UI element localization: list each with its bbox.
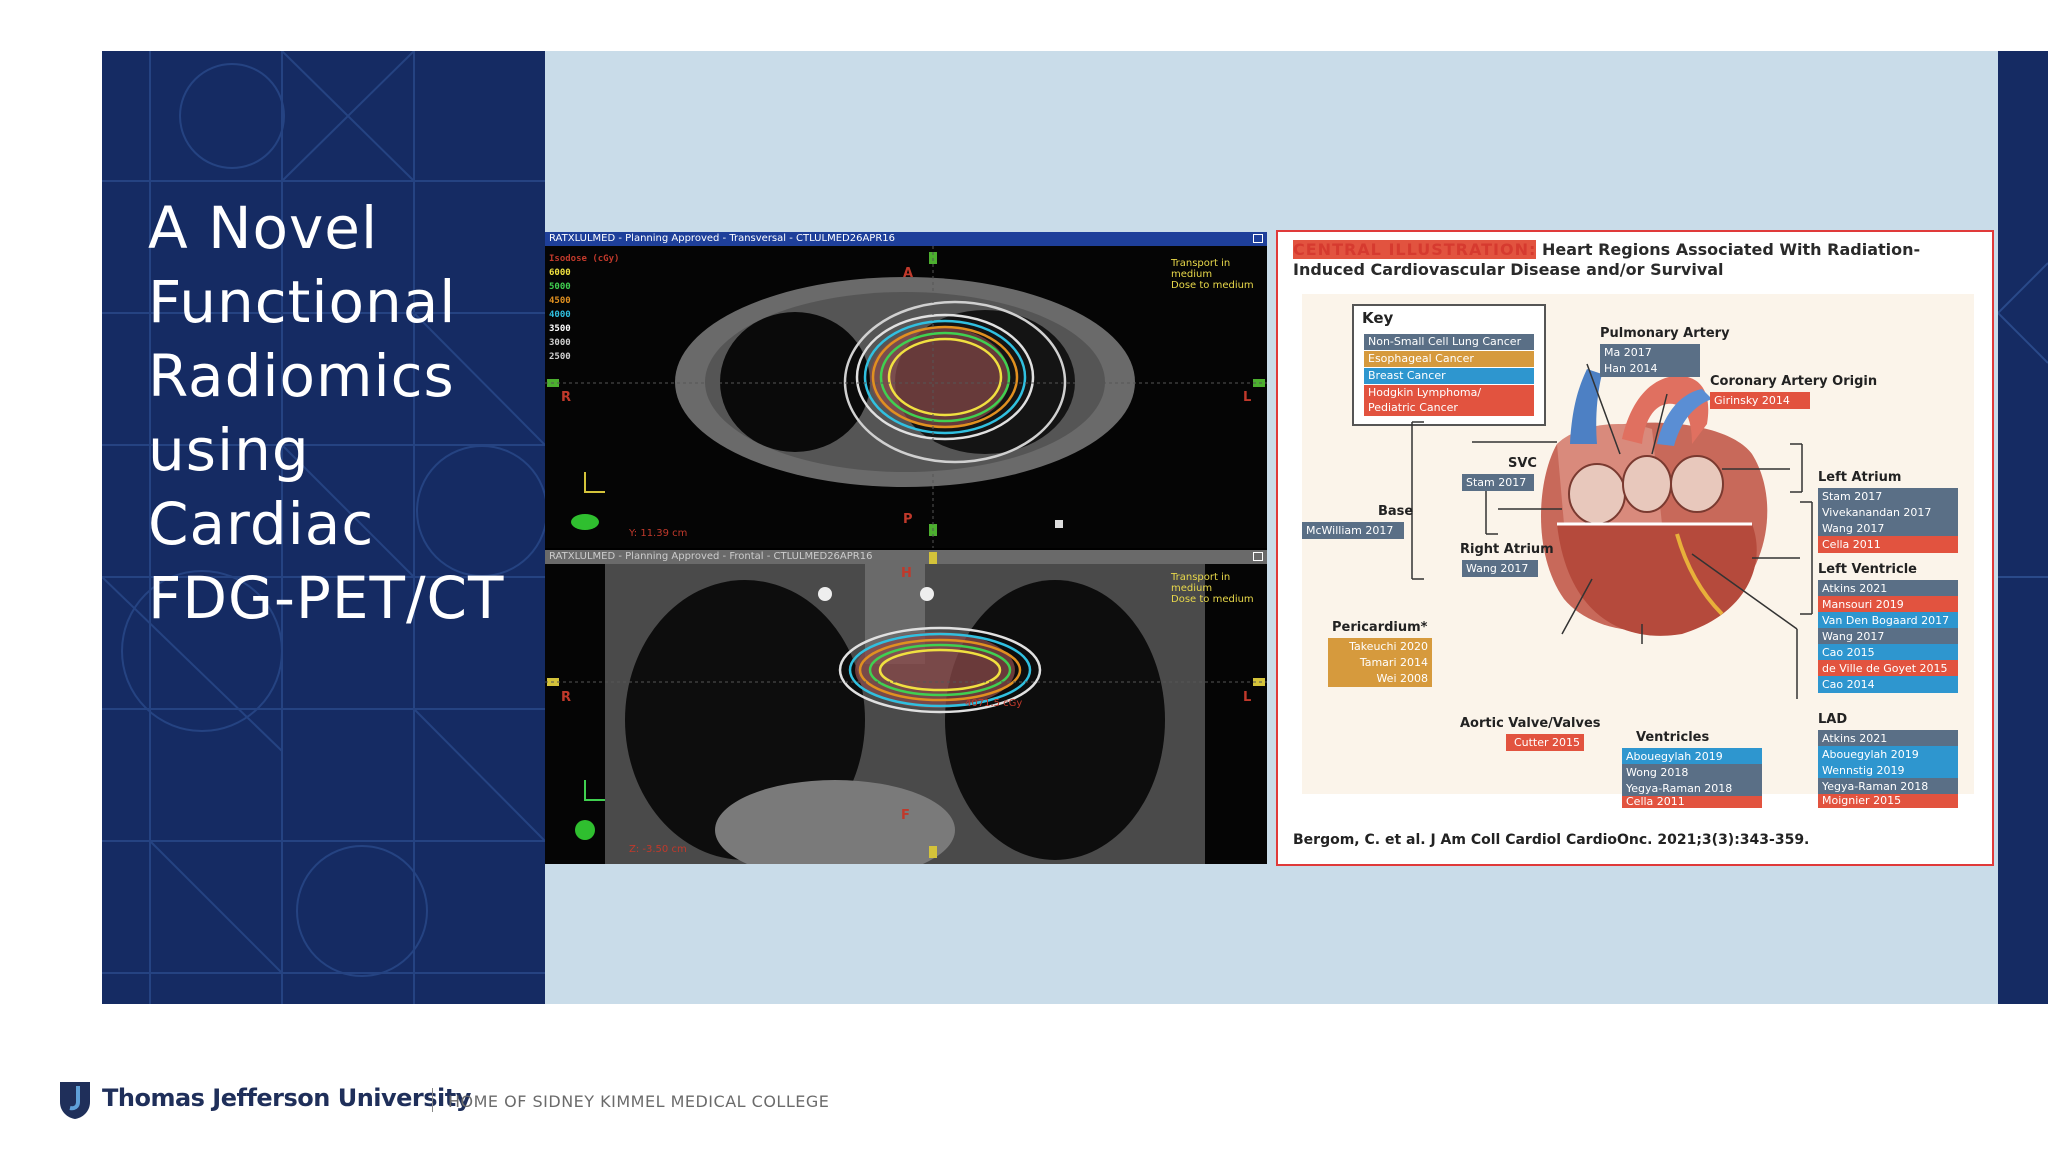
region-ref: Yegya-Raman 2018 [1818,778,1958,795]
title-line: FDG-PET/CT [148,564,505,632]
orient-label: L [1243,690,1252,705]
region-ref: Cao 2014 [1818,676,1958,693]
isodose-level: 4500 [549,296,571,306]
region-ref: Wei 2008 [1328,670,1432,687]
ct-transversal-view: RATXLULMED - Planning Approved - Transve… [545,232,1267,548]
region-ref: Tamari 2014 [1328,654,1432,671]
isodose-level: 5000 [549,282,571,292]
jefferson-shield-icon [60,1082,90,1119]
region-ref: Cao 2015 [1818,644,1958,661]
orient-label: R [561,390,572,405]
ct-planning-image: RATXLULMED - Planning Approved - Transve… [545,232,1267,864]
region-label: Left Ventricle [1818,562,1917,577]
university-tagline: HOME OF SIDNEY KIMMEL MEDICAL COLLEGE [448,1092,830,1111]
isodose-level: 2500 [549,352,571,362]
dose-readout: 4071.5 cGy [965,698,1023,709]
region-label: Right Atrium [1460,542,1554,557]
region-ref: Abouegylah 2019 [1622,748,1762,765]
isodose-legend: Isodose (cGy) 6000 5000 4500 4000 3500 3… [549,252,619,364]
region-label: Aortic Valve/Valves [1460,716,1601,731]
ct-frontal-view: RATXLULMED - Planning Approved - Frontal… [545,550,1267,864]
central-illustration: CENTRAL ILLUSTRATION: Heart Regions Asso… [1276,230,1994,866]
illustration-label: CENTRAL ILLUSTRATION: [1293,240,1537,259]
region-ref: Han 2014 [1600,360,1700,377]
orient-label: R [561,690,572,705]
region-ref: Stam 2017 [1462,474,1534,491]
title-line: using Cardiac [148,416,375,558]
region-ref: de Ville de Goyet 2015 [1818,660,1958,677]
region-ref: Abouegylah 2019 [1818,746,1958,763]
region-ref: Moignier 2015 [1818,794,1958,808]
region-label: Pulmonary Artery [1600,326,1730,341]
region-ref: Vivekanandan 2017 [1818,504,1958,521]
isodose-level: 6000 [549,268,571,278]
region-ref: Wennstig 2019 [1818,762,1958,779]
slide-title: A Novel Functional Radiomics using Cardi… [148,191,538,635]
isodose-level: 3500 [549,324,571,334]
title-line: Functional [148,268,457,336]
region-ref: Wang 2017 [1818,628,1958,645]
citation: Bergom, C. et al. J Am Coll Cardiol Card… [1293,832,1810,848]
orient-label: F [901,808,910,823]
university-name: Thomas Jefferson University [102,1084,471,1112]
orient-label: A [903,266,914,281]
region-label: Ventricles [1636,730,1710,745]
region-ref: Wong 2018 [1622,764,1762,781]
region-label: Coronary Artery Origin [1710,374,1878,389]
region-label: Base [1378,504,1414,519]
right-decor-strip [1998,51,2048,1004]
slice-position: Y: 11.39 cm [629,528,688,539]
region-ref: Takeuchi 2020 [1328,638,1432,655]
region-ref: Cella 2011 [1622,796,1762,808]
illustration-header: CENTRAL ILLUSTRATION: Heart Regions Asso… [1293,240,1983,280]
isodose-level: 4000 [549,310,571,320]
transport-note: Transport in medium Dose to medium [1171,572,1254,605]
region-label: Left Atrium [1818,470,1902,485]
region-ref: Girinsky 2014 [1710,392,1810,409]
transport-note: Transport in medium Dose to medium [1171,258,1254,291]
region-ref: Mansouri 2019 [1818,596,1958,613]
orient-label: L [1243,390,1252,405]
region-ref: Van Den Bogaard 2017 [1818,612,1958,629]
region-ref: Wang 2017 [1462,560,1538,577]
region-ref: Ma 2017 [1600,344,1700,361]
orient-label: H [901,566,912,581]
region-ref: Atkins 2021 [1818,730,1958,747]
region-ref: Stam 2017 [1818,488,1958,505]
orient-label: P [903,512,913,527]
region-ref: Atkins 2021 [1818,580,1958,597]
isodose-title: Isodose (cGy) [549,254,620,264]
region-label: Pericardium* [1332,620,1428,635]
title-line: Radiomics [148,342,455,410]
heart-diagram: Key Non-Small Cell Lung Cancer Esophagea… [1302,294,1974,808]
region-label: LAD [1818,712,1848,727]
region-label: SVC [1508,456,1537,471]
title-line: A Novel [148,194,379,262]
isodose-level: 3000 [549,338,571,348]
footer-divider [432,1088,433,1112]
region-ref: Cella 2011 [1818,536,1958,553]
title-panel: A Novel Functional Radiomics using Cardi… [102,51,545,1004]
region-ref: McWilliam 2017 [1302,522,1404,539]
region-ref: Cutter 2015 [1506,734,1584,751]
region-ref: Wang 2017 [1818,520,1958,537]
slice-position: Z: -3.50 cm [629,844,687,855]
